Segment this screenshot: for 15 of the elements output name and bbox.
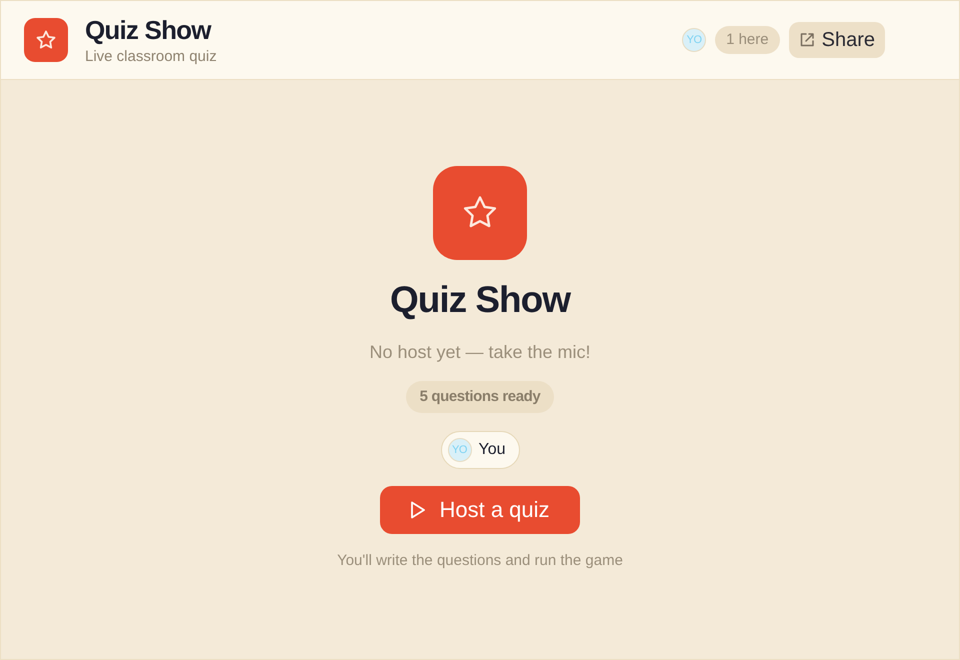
host-status-text: No host yet — take the mic! [369, 341, 591, 364]
player-avatar: YO [448, 438, 472, 462]
host-quiz-button[interactable]: Host a quiz [380, 486, 580, 534]
questions-ready-badge: 5 questions ready [406, 381, 554, 413]
star-logo-icon [24, 18, 68, 62]
quiz-title: Quiz Show [390, 278, 570, 322]
star-logo-icon [433, 166, 527, 260]
user-avatar: YO [682, 28, 706, 52]
play-icon [410, 500, 426, 520]
presence-count: 1 here [715, 26, 780, 54]
share-button[interactable]: Share [788, 22, 885, 58]
player-name: You [478, 441, 506, 459]
app-title: Quiz Show [85, 14, 212, 44]
host-hint-text: You'll write the questions and run the game [337, 551, 623, 571]
app-subtitle: Live classroom quiz [85, 48, 217, 66]
